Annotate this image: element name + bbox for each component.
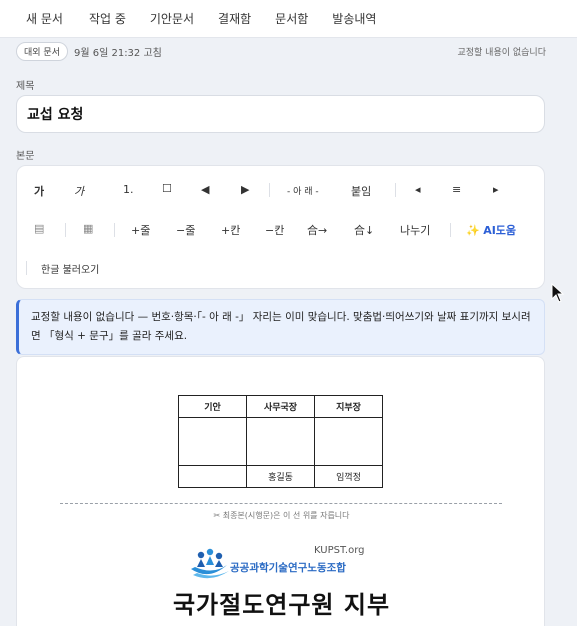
title-label: 제목 — [16, 81, 35, 92]
tab-document-box[interactable]: 문서함 — [275, 10, 308, 27]
below-marker-button[interactable]: - 아 래 - — [287, 184, 319, 197]
union-logo-kr: 공공과학기술연구노동조합 — [230, 562, 346, 574]
document-heading: 국가절도연구원 지부 — [172, 591, 391, 619]
signature-cell — [178, 417, 247, 466]
union-logo-icon — [191, 548, 229, 579]
ai-help-button[interactable]: ✨ AI도움 — [466, 222, 516, 238]
approver-name: 홍길동 — [246, 465, 315, 488]
last-edited-timestamp: 9월 6일 21:32 고침 — [73, 47, 162, 59]
proofread-notice: 교정할 내용이 없습니다 — 번호·항목·「- 아 래 -」 자리는 이미 맞습… — [16, 299, 545, 355]
title-input[interactable]: 교섭 요청 — [16, 95, 545, 133]
signature-cell — [246, 417, 315, 466]
import-hwp-button[interactable]: 한글 불러오기 — [41, 261, 99, 276]
divider — [450, 223, 451, 237]
tab-drafts[interactable]: 기안문서 — [150, 10, 194, 27]
table-small-icon[interactable]: ▤ — [34, 222, 44, 235]
approval-header: 기안 — [178, 395, 247, 418]
sparkle-icon: ✨ — [466, 224, 480, 237]
ai-help-label: AI도움 — [483, 224, 517, 237]
top-nav: 새 문서 작업 중 기안문서 결재함 문서함 발송내역 — [0, 0, 577, 38]
next-item-icon[interactable]: ▶ — [241, 183, 249, 196]
approval-header: 사무국장 — [246, 395, 315, 418]
divider — [65, 223, 66, 237]
divider — [395, 183, 396, 197]
mouse-cursor-icon — [551, 283, 565, 303]
document-type-badge[interactable]: 대외 문서 — [16, 41, 68, 61]
merge-down-button[interactable]: 合↓ — [354, 222, 374, 238]
numbered-list-button[interactable]: 1. — [123, 183, 134, 196]
tab-new-document[interactable]: 새 문서 — [26, 10, 63, 27]
align-left-icon[interactable]: ◂ — [415, 183, 421, 196]
editor-toolbar: 가 가 1. ☐ ◀ ▶ - 아 래 - 붙임 ◂ ≡ ▸ ▤ ▦ +줄 −줄 … — [16, 165, 545, 289]
tab-in-progress[interactable]: 작업 중 — [89, 10, 126, 27]
proofread-status: 교정할 내용이 없습니다 — [457, 47, 546, 58]
checkbox-icon[interactable]: ☐ — [162, 182, 172, 195]
align-center-icon[interactable]: ≡ — [452, 183, 461, 196]
delete-row-button[interactable]: −줄 — [176, 222, 195, 238]
merge-right-button[interactable]: 合→ — [307, 222, 327, 238]
attach-button[interactable]: 붙임 — [351, 183, 371, 199]
add-row-button[interactable]: +줄 — [131, 222, 150, 238]
italic-button[interactable]: 가 — [74, 183, 84, 199]
divider — [26, 261, 27, 275]
approval-header: 지부장 — [314, 395, 383, 418]
approval-table: 기안 사무국장 지부장 홍길동 임꺽정 — [178, 395, 383, 488]
bold-button[interactable]: 가 — [34, 183, 44, 199]
cut-line — [60, 503, 502, 504]
signature-cell — [314, 417, 383, 466]
body-label: 본문 — [16, 151, 35, 162]
tab-approval-box[interactable]: 결재함 — [218, 10, 251, 27]
add-column-button[interactable]: +칸 — [221, 222, 240, 238]
prev-item-icon[interactable]: ◀ — [201, 183, 209, 196]
divider — [269, 183, 270, 197]
approver-name: 임꺽정 — [314, 465, 383, 488]
split-cell-button[interactable]: 나누기 — [400, 222, 430, 238]
approver-name — [178, 465, 247, 488]
document-preview: 기안 사무국장 지부장 홍길동 임꺽정 ✂ 최종본(시행문)은 이 선 위를 자… — [16, 356, 545, 626]
cut-line-note: ✂ 최종본(시행문)은 이 선 위를 자릅니다 — [213, 511, 350, 520]
table-grid-icon[interactable]: ▦ — [83, 222, 93, 235]
divider — [114, 223, 115, 237]
align-right-icon[interactable]: ▸ — [493, 183, 499, 196]
delete-column-button[interactable]: −칸 — [265, 222, 284, 238]
union-logo-en: KUPST.org — [314, 545, 365, 556]
document-meta-row: 대외 문서 9월 6일 21:32 고침 교정할 내용이 없습니다 — [16, 41, 546, 61]
union-logo: KUPST.org 공공과학기술연구노동조합 — [187, 545, 387, 583]
tab-sent-history[interactable]: 발송내역 — [332, 10, 376, 27]
